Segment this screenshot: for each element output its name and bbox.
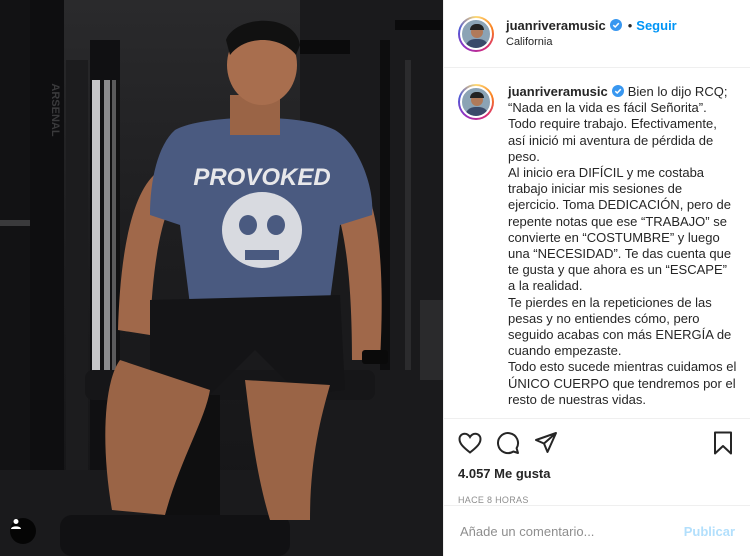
header-text: juanriveramusic • Seguir California: [506, 18, 677, 50]
comment-input[interactable]: [460, 523, 684, 539]
avatar[interactable]: [458, 15, 494, 52]
action-icons: [458, 427, 735, 459]
verified-badge-icon: [611, 85, 624, 97]
heart-icon: [458, 432, 482, 454]
publish-button[interactable]: Publicar: [684, 524, 735, 539]
bookmark-icon: [714, 431, 732, 455]
caption-avatar-image: [460, 86, 492, 118]
caption-paragraph-3: Te pierdes en la repeticiones de las pes…: [508, 294, 732, 359]
post-header: juanriveramusic • Seguir California: [444, 0, 750, 68]
share-icon: [535, 432, 557, 453]
likes-count[interactable]: 4.057 Me gusta: [458, 466, 735, 481]
post-side-panel: juanriveramusic • Seguir California juan…: [443, 0, 750, 556]
caption-area: juanriveramusic Bien lo dijo RCQ; “Nada e…: [444, 68, 750, 418]
caption-text: juanriveramusic Bien lo dijo RCQ; “Nada e…: [508, 84, 737, 408]
comment-button[interactable]: [496, 431, 520, 455]
shirt-text: PROVOKED: [193, 164, 330, 191]
caption-paragraph-4: Todo esto sucede mientras cuidamos el ÚN…: [508, 359, 737, 407]
user-tag-icon: [11, 519, 21, 529]
caption-avatar[interactable]: [458, 84, 494, 120]
separator-dot: •: [627, 17, 633, 33]
caption-paragraph-2: Al inicio era DIFÍCIL y me costaba traba…: [508, 165, 732, 294]
gym-photo-illustration: PROVOKED ARSENAL: [0, 0, 443, 556]
actions-area: 4.057 Me gusta HACE 8 HORAS: [444, 418, 750, 505]
caption-username-link[interactable]: juanriveramusic: [508, 84, 608, 99]
like-button[interactable]: [458, 431, 482, 455]
machine-brand-text: ARSENAL: [49, 83, 61, 136]
avatar-image: [460, 17, 492, 50]
user-tag-button[interactable]: [10, 518, 36, 544]
share-button[interactable]: [534, 431, 558, 455]
comment-icon: [497, 432, 520, 455]
save-button[interactable]: [711, 431, 735, 455]
comment-bar: Publicar: [444, 505, 750, 556]
follow-button[interactable]: Seguir: [636, 18, 676, 34]
verified-badge-icon: [609, 19, 622, 32]
post-photo[interactable]: PROVOKED ARSENAL: [0, 0, 443, 556]
username-link[interactable]: juanriveramusic: [506, 18, 606, 34]
post-timestamp[interactable]: HACE 8 HORAS: [458, 495, 735, 505]
location-link[interactable]: California: [506, 36, 677, 49]
